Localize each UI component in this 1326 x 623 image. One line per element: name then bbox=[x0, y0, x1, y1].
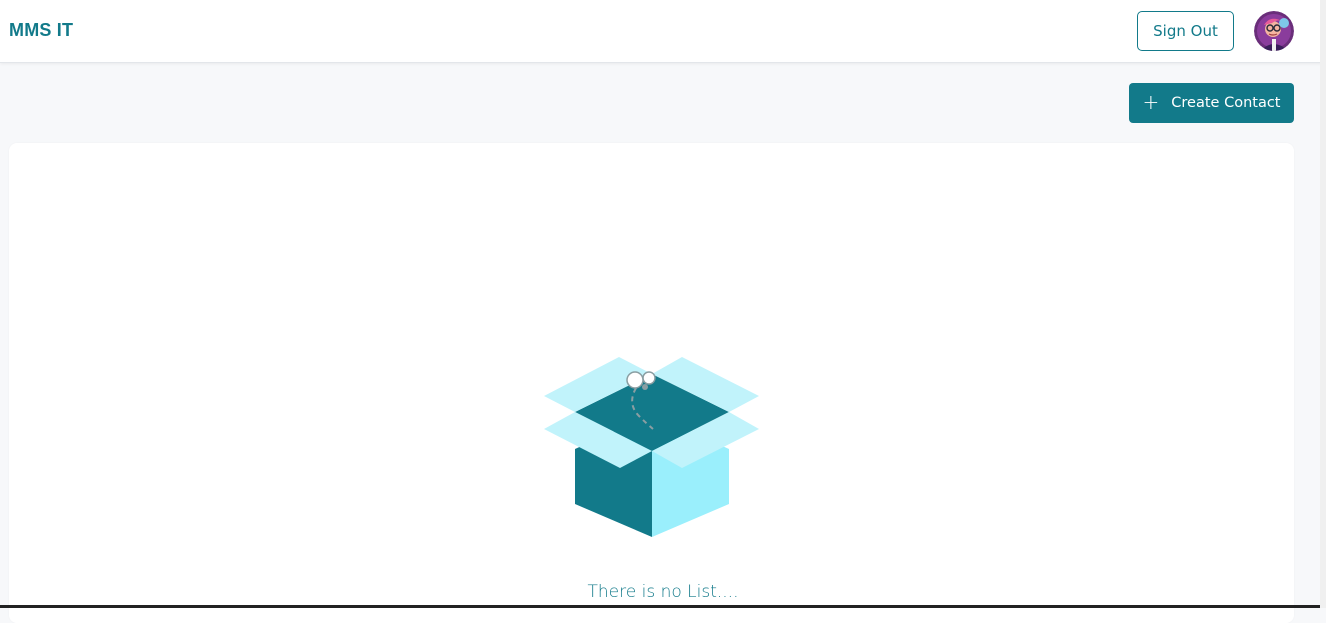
avatar-icon bbox=[1254, 11, 1294, 51]
sign-out-button[interactable]: Sign Out bbox=[1137, 11, 1234, 51]
empty-state-message: There is no List.... bbox=[587, 582, 739, 602]
page-scrollbar[interactable] bbox=[1320, 0, 1326, 608]
top-navbar: MMS IT Sign Out bbox=[0, 0, 1326, 63]
create-contact-label: Create Contact bbox=[1171, 95, 1281, 111]
user-avatar[interactable] bbox=[1254, 11, 1294, 51]
plus-icon: + bbox=[1142, 90, 1160, 114]
open-box-icon bbox=[544, 357, 759, 537]
create-contact-button[interactable]: + Create Contact bbox=[1129, 83, 1294, 123]
brand-logo[interactable]: MMS IT bbox=[9, 20, 73, 41]
